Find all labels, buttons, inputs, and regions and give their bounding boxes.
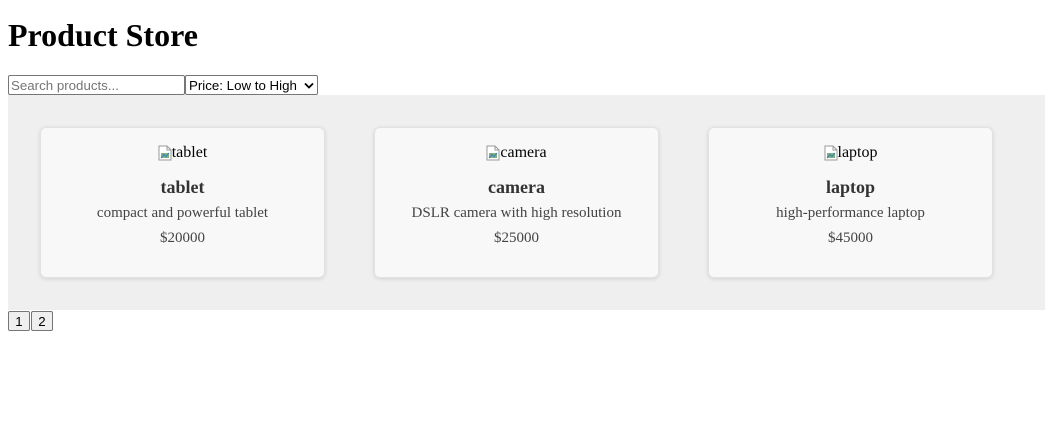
search-input[interactable]	[8, 75, 185, 95]
product-image-alt: tablet	[171, 144, 208, 161]
product-name: laptop	[825, 177, 876, 197]
product-price: $25000	[494, 230, 539, 246]
sort-select[interactable]: Price: Low to High	[185, 75, 318, 95]
page-button-2[interactable]: 2	[31, 311, 53, 331]
product-card[interactable]: tablet tablet compact and powerful table…	[40, 127, 325, 278]
product-image: camera	[486, 144, 547, 162]
product-price: $45000	[828, 230, 873, 246]
product-name: tablet	[160, 177, 205, 197]
product-description: compact and powerful tablet	[96, 205, 269, 221]
sort-select-value: Price: Low to High	[189, 77, 297, 93]
product-image-alt: camera	[500, 144, 547, 161]
broken-image-icon	[158, 145, 172, 161]
product-card[interactable]: laptop laptop high-performance laptop $4…	[708, 127, 993, 278]
product-image-alt: laptop	[837, 144, 878, 161]
broken-image-icon	[824, 145, 838, 161]
page: Product Store Price: Low to High	[0, 0, 1045, 440]
product-image: laptop	[824, 144, 878, 162]
product-description: high-performance laptop	[776, 205, 925, 221]
page-button-1[interactable]: 1	[8, 311, 30, 331]
page-title: Product Store	[8, 17, 198, 53]
product-card[interactable]: camera camera DSLR camera with high reso…	[374, 127, 659, 278]
broken-image-icon	[486, 145, 500, 161]
product-description: DSLR camera with high resolution	[411, 205, 622, 221]
product-grid: tablet tablet compact and powerful table…	[8, 95, 1045, 310]
product-price: $20000	[160, 230, 205, 246]
chevron-down-icon	[304, 80, 314, 90]
pagination: 1 2	[8, 311, 1045, 331]
product-name: camera	[488, 177, 545, 197]
product-image: tablet	[158, 144, 208, 162]
controls-bar: Price: Low to High	[8, 75, 1045, 95]
